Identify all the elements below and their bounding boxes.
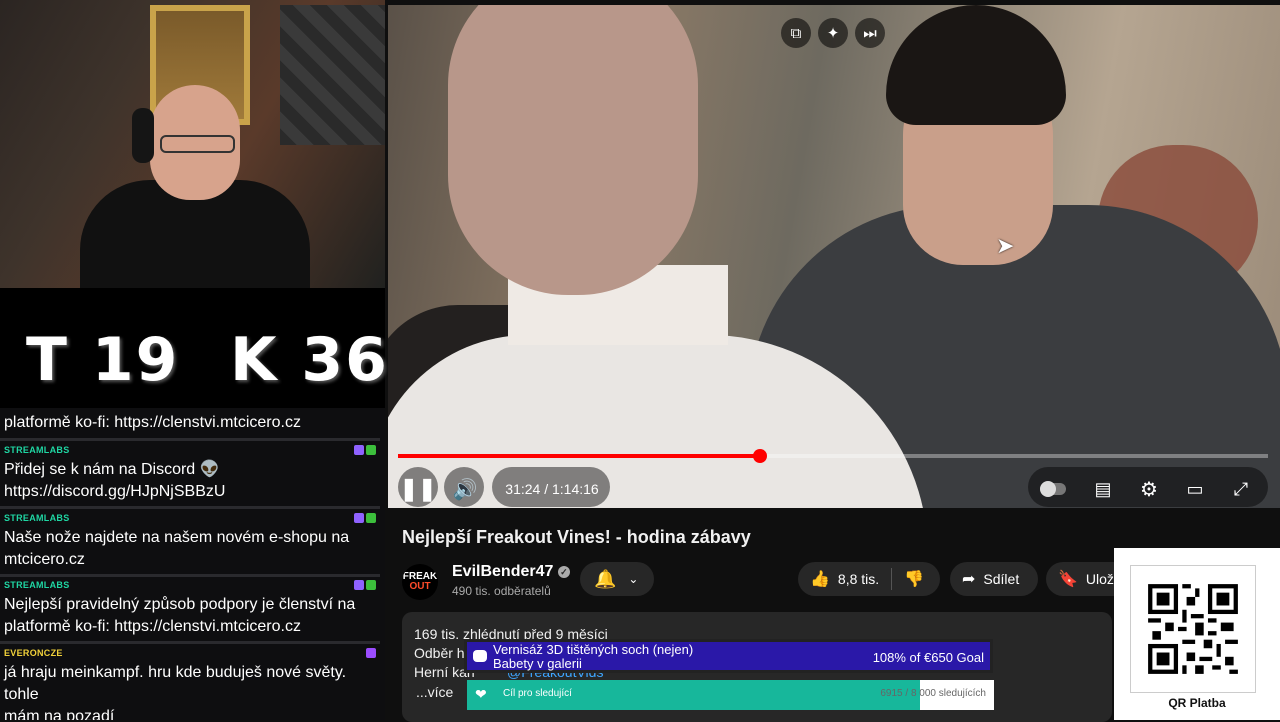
chat-text: Naše nože najdete na našem novém e-shopu… <box>4 529 350 546</box>
mouse-cursor-icon: ➤ <box>996 233 1015 258</box>
chat-username: EVERONCZE <box>4 648 63 658</box>
heart-hand-icon: ❤ <box>475 686 487 702</box>
theater-mode-icon[interactable]: ▭ <box>1180 470 1210 508</box>
avatar-text: OUT <box>409 581 431 592</box>
chat-divider <box>0 574 380 577</box>
share-button[interactable]: ➦ Sdílet <box>950 562 1038 596</box>
show-more-link[interactable]: ...více <box>416 684 453 700</box>
goal-title: Vernisáž 3D tištěných soch (nejen) <box>493 642 694 657</box>
bald-head <box>448 5 698 295</box>
chat-badges <box>354 445 376 459</box>
chat-message: STREAMLABS Nejlepší pravidelný způsob po… <box>0 578 380 640</box>
chat-username: STREAMLABS <box>4 513 70 523</box>
qr-label: QR Platba <box>1168 696 1226 710</box>
chat-badges <box>366 648 376 662</box>
verified-badge-icon <box>366 513 376 523</box>
pause-button[interactable]: ❚❚ <box>400 470 437 508</box>
sparkle-icon[interactable]: ✦ <box>818 18 848 48</box>
like-dislike-group: 👍 8,8 tis. 👎 <box>798 562 940 596</box>
video-title: Nejlepší Freakout Vines! - hodina zábavy <box>402 527 751 547</box>
time-display: 31:24 / 1:14:16 <box>505 481 599 497</box>
webcam-feed <box>0 0 385 288</box>
verified-badge-icon <box>366 580 376 590</box>
chat-panel: platformě ko-fi: https://clenstvi.mtcice… <box>0 408 385 720</box>
goal-title: Babety v galerii <box>493 656 582 671</box>
chat-badges <box>354 580 376 594</box>
chevron-down-icon: ⌄ <box>628 572 639 586</box>
subscribe-bell-button[interactable]: 🔔 ⌄ <box>580 562 654 596</box>
save-label: Uloži <box>1085 571 1118 587</box>
chat-fragment: platformě ko-fi: https://clenstvi.mtcice… <box>4 414 301 431</box>
donation-goal-widget: Vernisáž 3D tištěných soch (nejen) Babet… <box>464 639 993 673</box>
channel-avatar[interactable]: FREAK OUT <box>402 564 438 600</box>
goal-amount: 108% of €650 Goal <box>872 650 984 665</box>
chat-text: já hraju meinkampf. hru kde buduješ nové… <box>4 664 347 703</box>
dislike-icon[interactable]: 👎 <box>904 569 924 589</box>
man-hair <box>886 5 1066 125</box>
chat-divider <box>0 641 380 644</box>
chat-text: mám na pozadí <box>4 708 115 720</box>
miniplayer-icon[interactable]: ⧉ <box>781 18 811 48</box>
bookmark-icon: 🔖 <box>1058 571 1078 588</box>
share-icon: ➦ <box>962 571 976 588</box>
glasses <box>160 135 235 153</box>
volume-icon[interactable]: 🔊 <box>450 470 480 508</box>
chat-username: STREAMLABS <box>4 580 70 590</box>
mod-badge-icon <box>354 513 364 523</box>
qr-code-icon <box>1148 584 1238 674</box>
video-player[interactable]: ⧉ ✦ ⏭ ➤ ❚❚ 🔊 31:24 / 1:14:16 ▤ ⚙ ▭ ⤢ <box>388 5 1280 508</box>
progress-bar[interactable] <box>398 449 1268 463</box>
subscriber-count: 490 tis. odběratelů <box>452 584 551 598</box>
heart-icon <box>473 650 487 662</box>
t-counter: T 19 <box>26 325 180 395</box>
bell-icon: 🔔 <box>594 568 617 589</box>
fullscreen-icon[interactable]: ⤢ <box>1226 470 1256 508</box>
k-counter: K 36 <box>230 325 389 395</box>
skip-icon[interactable]: ⏭ <box>855 18 885 48</box>
verified-badge-icon <box>366 445 376 455</box>
qr-payment-panel: QR Platba <box>1114 548 1280 720</box>
mod-badge-icon <box>354 580 364 590</box>
like-count[interactable]: 8,8 tis. <box>838 571 879 587</box>
progress-played <box>398 454 760 458</box>
share-label: Sdílet <box>983 571 1020 587</box>
chat-text: Nejlepší pravidelný způsob podpory je čl… <box>4 596 356 613</box>
chat-text: Přidej se k nám na Discord 👽 <box>4 461 220 478</box>
star-badge-icon <box>366 648 376 658</box>
chat-text: mtcicero.cz <box>4 551 85 568</box>
chat-message: EVERONCZE já hraju meinkampf. hru kde bu… <box>0 646 380 720</box>
follower-goal-label: Cíl pro sledující <box>503 688 572 699</box>
channel-name[interactable]: EvilBender47 ✓ <box>452 563 570 581</box>
subtitles-icon[interactable]: ▤ <box>1088 470 1118 508</box>
chat-message: STREAMLABS Přidej se k nám na Discord 👽 … <box>0 443 380 505</box>
chat-divider <box>0 438 380 441</box>
divider <box>891 568 893 590</box>
chat-username: STREAMLABS <box>4 445 70 455</box>
chat-badges <box>354 513 376 527</box>
acoustic-foam <box>280 5 385 145</box>
chat-message: STREAMLABS Naše nože najdete na našem no… <box>0 511 380 573</box>
mod-badge-icon <box>354 445 364 455</box>
headphones <box>132 108 154 163</box>
follower-goal-count: 6915 / 8 000 sledujících <box>880 688 986 699</box>
chat-text: https://discord.gg/HJpNjSBBzU <box>4 483 226 500</box>
chat-text: platformě ko-fi: https://clenstvi.mtcice… <box>4 618 301 635</box>
description-line: Odběr h <box>414 645 465 661</box>
verified-icon: ✓ <box>557 566 570 578</box>
autoplay-toggle[interactable] <box>1038 470 1068 508</box>
chat-divider <box>0 506 380 509</box>
progress-knob[interactable] <box>752 449 767 463</box>
settings-gear-icon[interactable]: ⚙ <box>1134 470 1164 508</box>
follower-goal-widget: ❤ Cíl pro sledující 6915 / 8 000 sledují… <box>467 680 994 710</box>
like-icon[interactable]: 👍 <box>810 569 830 589</box>
